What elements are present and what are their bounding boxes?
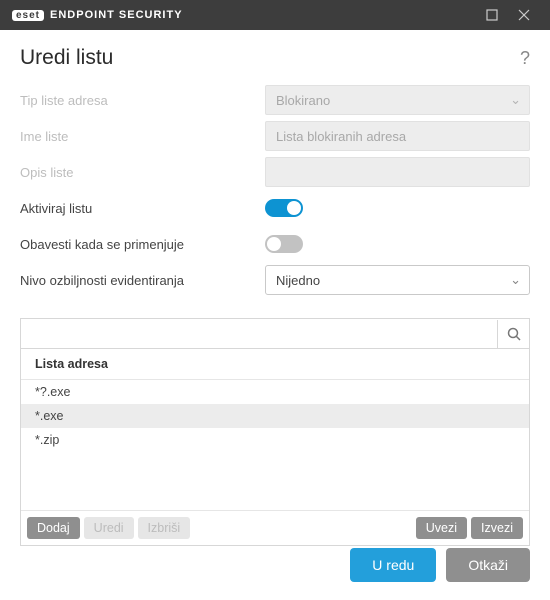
list-item[interactable]: *.exe	[21, 404, 529, 428]
square-icon	[486, 9, 498, 21]
window-close-button[interactable]	[508, 0, 540, 30]
input-opis-liste	[265, 157, 530, 187]
toggle-knob	[267, 237, 281, 251]
window-minimize-button[interactable]	[476, 0, 508, 30]
brand: eset ENDPOINT SECURITY	[12, 9, 183, 21]
brand-badge: eset	[12, 10, 44, 21]
ok-button[interactable]: U redu	[350, 548, 436, 582]
titlebar: eset ENDPOINT SECURITY	[0, 0, 550, 30]
search-row	[21, 319, 529, 349]
chevron-down-icon: ⌄	[510, 272, 521, 288]
label-ime-liste: Ime liste	[20, 129, 265, 144]
toggle-knob	[287, 201, 301, 215]
search-button[interactable]	[497, 320, 529, 348]
brand-text: ENDPOINT SECURITY	[50, 9, 183, 21]
list-item[interactable]: *?.exe	[21, 380, 529, 404]
label-obavesti: Obavesti kada se primenjuje	[20, 237, 265, 252]
label-opis-liste: Opis liste	[20, 165, 265, 180]
list-box: Lista adresa *?.exe*.exe*.zip Dodaj Ured…	[20, 318, 530, 546]
list-item[interactable]: *.zip	[21, 428, 529, 452]
help-button[interactable]: ?	[520, 48, 530, 69]
list-header: Lista adresa	[21, 349, 529, 380]
input-ime-value: Lista blokiranih adresa	[276, 129, 406, 144]
label-tip-liste: Tip liste adresa	[20, 93, 265, 108]
close-icon	[518, 9, 530, 21]
search-input[interactable]	[21, 320, 497, 348]
toggle-aktiviraj[interactable]	[265, 199, 303, 217]
footer: U redu Otkaži	[0, 532, 550, 600]
content: Uredi listu ? Tip liste adresa Blokirano…	[0, 30, 550, 560]
select-tip-value: Blokirano	[276, 93, 330, 108]
select-nivo-value: Nijedno	[276, 273, 320, 288]
search-icon	[507, 327, 521, 341]
chevron-down-icon: ⌄	[510, 92, 521, 108]
toggle-obavesti[interactable]	[265, 235, 303, 253]
select-nivo[interactable]: Nijedno ⌄	[265, 265, 530, 295]
label-nivo: Nivo ozbiljnosti evidentiranja	[20, 273, 265, 288]
page-title: Uredi listu	[20, 46, 520, 70]
label-aktiviraj: Aktiviraj listu	[20, 201, 265, 216]
input-ime-liste: Lista blokiranih adresa	[265, 121, 530, 151]
cancel-button[interactable]: Otkaži	[446, 548, 530, 582]
list-body: *?.exe*.exe*.zip	[21, 380, 529, 510]
select-tip-liste: Blokirano ⌄	[265, 85, 530, 115]
